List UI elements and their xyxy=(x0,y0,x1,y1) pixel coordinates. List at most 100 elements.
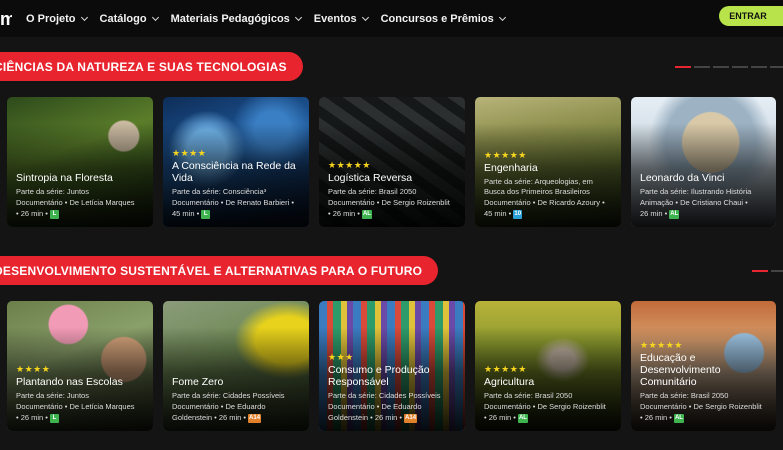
video-card[interactable]: Fome Zero Parte da série: Cidades Possív… xyxy=(163,301,309,431)
video-card[interactable]: ★★★★ Plantando nas Escolas Parte da séri… xyxy=(7,301,153,431)
card-meta: Documentário • De Letícia Marques xyxy=(16,198,135,207)
menu-item-concursos[interactable]: Concursos e Prêmios xyxy=(380,12,506,25)
video-card[interactable]: ★★★★ A Consciência na Rede da Vida Parte… xyxy=(163,97,309,227)
carousel-page-dot[interactable] xyxy=(752,270,768,272)
carousel-page-dot[interactable] xyxy=(751,66,767,68)
card-meta: Documentário • De Eduardo xyxy=(328,402,422,411)
carousel-page-dot[interactable] xyxy=(675,66,691,68)
card-series: Parte da série: Juntos xyxy=(16,391,89,400)
card-duration: 26 min • xyxy=(640,209,668,218)
card-series: Parte da série: Cidades Possíveis xyxy=(328,391,441,400)
menu-item-label: Concursos e Prêmios xyxy=(380,12,494,25)
card-meta: Documentário • De Ricardo Azoury • xyxy=(484,198,605,207)
card-series: Parte da série: Consciência³ xyxy=(172,187,267,196)
video-card[interactable]: ★★★★★ Engenharia Parte da série: Arqueol… xyxy=(475,97,621,227)
main-menu: O Projeto Catálogo Materiais Pedagógicos… xyxy=(26,0,518,37)
carousel-pagination xyxy=(675,66,783,68)
card-duration: • 26 min • xyxy=(484,413,516,422)
age-rating-badge: L xyxy=(49,209,59,219)
card-duration-row: • 26 min • AL xyxy=(328,208,459,219)
card-duration-row: • 26 min • AL xyxy=(484,412,615,423)
age-rating-badge: AL xyxy=(517,413,528,423)
card-duration: Goldenstein • 26 min • xyxy=(328,413,403,422)
card-meta: Documentário • De Renato Barbieri • xyxy=(172,198,294,207)
age-rating-badge: AL xyxy=(673,413,684,423)
menu-item-eventos[interactable]: Eventos xyxy=(313,12,369,25)
card-series: Parte da série: Ilustrando História xyxy=(640,187,752,196)
menu-item-label: Catálogo xyxy=(99,12,147,25)
card-duration-row: Goldenstein • 26 min • A14 xyxy=(328,412,459,423)
card-duration-row: • 26 min • AL xyxy=(640,412,770,423)
chevron-down-icon xyxy=(151,13,159,21)
card-duration: • 26 min • xyxy=(328,209,360,218)
section-title-ciencias: CIÊNCIAS DA NATUREZA E SUAS TECNOLOGIAS xyxy=(0,52,303,81)
card-meta: Documentário • De Letícia Marques xyxy=(16,402,135,411)
carousel-page-dot[interactable] xyxy=(694,66,710,68)
section-title-desenvolvimento: DESENVOLVIMENTO SUSTENTÁVEL E ALTERNATIV… xyxy=(0,256,439,285)
site-logo[interactable]: m xyxy=(0,8,12,30)
video-card[interactable]: ★★★ Consumo e Produção Responsável Parte… xyxy=(319,301,465,431)
chevron-down-icon xyxy=(498,13,506,21)
card-duration: • 26 min • xyxy=(640,413,672,422)
video-card[interactable]: Leonardo da Vinci Parte da série: Ilustr… xyxy=(631,97,776,227)
card-meta: Documentário • De Sergio Roizenblit xyxy=(484,402,606,411)
card-series: Parte da série: Juntos xyxy=(16,187,89,196)
card-duration: 45 min • xyxy=(172,209,200,218)
video-carousel-ciencias: Sintropia na Floresta Parte da série: Ju… xyxy=(0,97,783,227)
card-series: Parte da série: Brasil 2050 xyxy=(328,187,417,196)
rating-stars: ★★★★★ xyxy=(328,160,371,170)
carousel-page-dot[interactable] xyxy=(732,66,748,68)
rating-stars: ★★★ xyxy=(328,352,354,362)
carousel-page-dot[interactable] xyxy=(771,270,783,272)
section-title-text: DESENVOLVIMENTO SUSTENTÁVEL E ALTERNATIV… xyxy=(0,263,423,278)
age-rating-badge: L xyxy=(49,413,59,423)
video-card[interactable]: Sintropia na Floresta Parte da série: Ju… xyxy=(7,97,153,227)
menu-item-label: O Projeto xyxy=(26,12,76,25)
card-series: Parte da série: Brasil 2050 xyxy=(484,391,573,400)
card-info: ★★★★ Plantando nas Escolas Parte da séri… xyxy=(16,364,147,423)
age-rating-badge: AL xyxy=(361,209,372,219)
chevron-down-icon xyxy=(80,13,88,21)
card-title: Consumo e Produção Responsável xyxy=(328,364,430,388)
age-rating-badge: L xyxy=(201,209,211,219)
card-title: Sintropia na Floresta xyxy=(16,172,113,184)
menu-item-projeto[interactable]: O Projeto xyxy=(26,12,88,25)
card-info: ★★★★★ Agricultura Parte da série: Brasil… xyxy=(484,364,615,423)
video-card[interactable]: ★★★★★ Logística Reversa Parte da série: … xyxy=(319,97,465,227)
card-duration-row: • 26 min • L xyxy=(16,412,147,423)
video-card[interactable]: ★★★★★ Educação e Desenvolvimento Comunit… xyxy=(631,301,776,431)
menu-item-materiais[interactable]: Materiais Pedagógicos xyxy=(171,13,302,25)
card-duration-row: Goldenstein • 26 min • A14 xyxy=(172,412,303,423)
rating-stars: ★★★★ xyxy=(16,364,51,374)
age-rating-badge: A14 xyxy=(248,413,262,423)
card-meta: Animação • De Cristiano Chaui • xyxy=(640,198,748,207)
card-duration-row: • 26 min • L xyxy=(16,208,147,219)
card-title: Educação e Desenvolvimento Comunitário xyxy=(640,352,721,388)
card-series: Parte da série: Arqueologias, em Busca d… xyxy=(484,177,593,196)
carousel-page-dot[interactable] xyxy=(713,66,729,68)
video-card[interactable]: ★★★★★ Agricultura Parte da série: Brasil… xyxy=(475,301,621,431)
card-title: Engenharia xyxy=(484,162,538,174)
rating-stars: ★★★★ xyxy=(172,148,207,158)
login-button[interactable]: ENTRAR xyxy=(719,6,783,26)
carousel-page-dot[interactable] xyxy=(770,66,783,68)
card-info: ★★★★ A Consciência na Rede da Vida Parte… xyxy=(172,148,303,219)
card-info: ★★★★★ Engenharia Parte da série: Arqueol… xyxy=(484,150,615,219)
card-duration: • 26 min • xyxy=(16,209,48,218)
card-duration: 45 min • xyxy=(484,209,512,218)
rating-stars: ★★★★★ xyxy=(640,340,683,350)
video-carousel-desenvolvimento: ★★★★ Plantando nas Escolas Parte da séri… xyxy=(0,301,783,431)
card-info: ★★★★★ Logística Reversa Parte da série: … xyxy=(328,160,459,219)
age-rating-badge: 10 xyxy=(513,209,523,219)
card-duration-row: 45 min • L xyxy=(172,208,303,219)
card-info: Fome Zero Parte da série: Cidades Possív… xyxy=(172,376,303,423)
menu-item-catalogo[interactable]: Catálogo xyxy=(99,12,159,25)
card-title: A Consciência na Rede da Vida xyxy=(172,160,296,184)
chevron-down-icon xyxy=(361,13,369,21)
menu-item-label: Eventos xyxy=(313,12,357,25)
card-meta: Documentário • De Eduardo xyxy=(172,402,266,411)
card-title: Fome Zero xyxy=(172,376,224,388)
card-meta: Documentário • De Sergio Roizenblit xyxy=(328,198,450,207)
card-info: Leonardo da Vinci Parte da série: Ilustr… xyxy=(640,172,770,219)
card-title: Logística Reversa xyxy=(328,172,413,184)
